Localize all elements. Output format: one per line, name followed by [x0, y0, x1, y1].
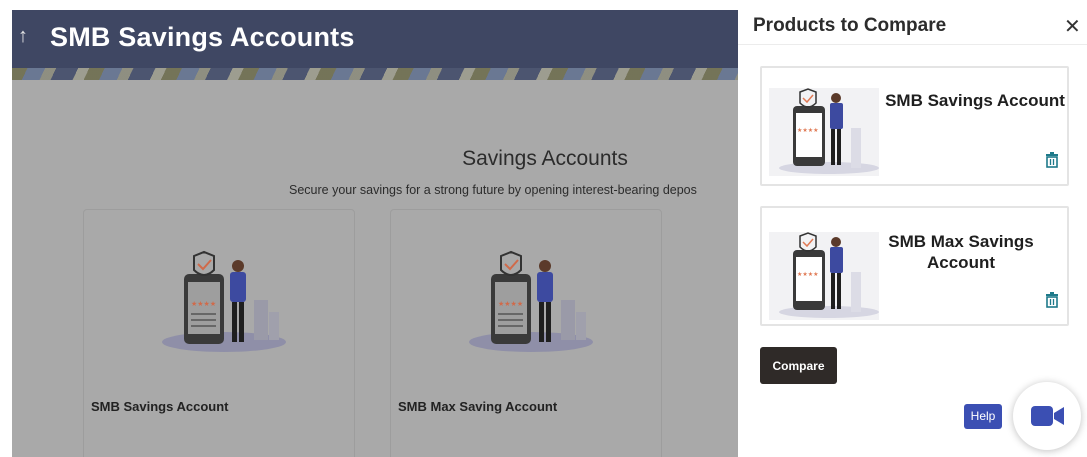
divider — [738, 44, 1087, 45]
section-title: Savings Accounts — [462, 147, 628, 170]
decorative-banner — [12, 68, 738, 80]
svg-text:★★★★: ★★★★ — [797, 271, 819, 278]
svg-text:★★★★: ★★★★ — [797, 127, 819, 134]
trash-icon[interactable] — [1044, 292, 1060, 308]
savings-illustration: ★★★★ — [769, 232, 879, 320]
savings-illustration: ★★★★ — [469, 250, 593, 352]
help-button[interactable]: Help — [964, 404, 1002, 429]
arrow-up-icon[interactable]: ↑ — [18, 25, 28, 48]
product-name: SMB Savings Account — [91, 399, 229, 414]
compare-item-name: SMB Savings Account — [885, 91, 1065, 110]
product-card[interactable]: ★★★★ SMB Max Saving Account — [390, 209, 662, 457]
product-name: SMB Max Saving Account — [398, 399, 558, 414]
page: ↑ SMB Savings Accounts Savings Accounts … — [0, 0, 1087, 457]
video-call-button[interactable] — [1013, 382, 1081, 450]
trash-icon[interactable] — [1044, 152, 1060, 168]
main-content: ↑ SMB Savings Accounts Savings Accounts … — [12, 10, 738, 457]
svg-text:★★★★: ★★★★ — [498, 300, 523, 308]
page-title: SMB Savings Accounts — [50, 22, 355, 52]
section-subtitle: Secure your savings for a strong future … — [289, 183, 697, 197]
compare-item: ★★★★ SMB Max Savings Account — [760, 206, 1069, 326]
compare-panel: Products to Compare ✕ ★★★★ SMB Savings A… — [738, 0, 1087, 457]
page-header: ↑ SMB Savings Accounts — [12, 10, 738, 68]
savings-illustration: ★★★★ — [162, 250, 286, 352]
close-icon[interactable]: ✕ — [1064, 14, 1081, 39]
compare-item: ★★★★ SMB Savings Account — [760, 66, 1069, 186]
video-camera-icon — [1031, 406, 1064, 426]
panel-title: Products to Compare — [753, 15, 947, 36]
compare-item-name: SMB Max Savings Account — [888, 232, 1034, 272]
savings-illustration: ★★★★ — [769, 88, 879, 176]
product-card[interactable]: ★★★★ SMB Savings Account — [83, 209, 355, 457]
svg-text:★★★★: ★★★★ — [191, 300, 216, 308]
compare-button[interactable]: Compare — [760, 347, 837, 384]
